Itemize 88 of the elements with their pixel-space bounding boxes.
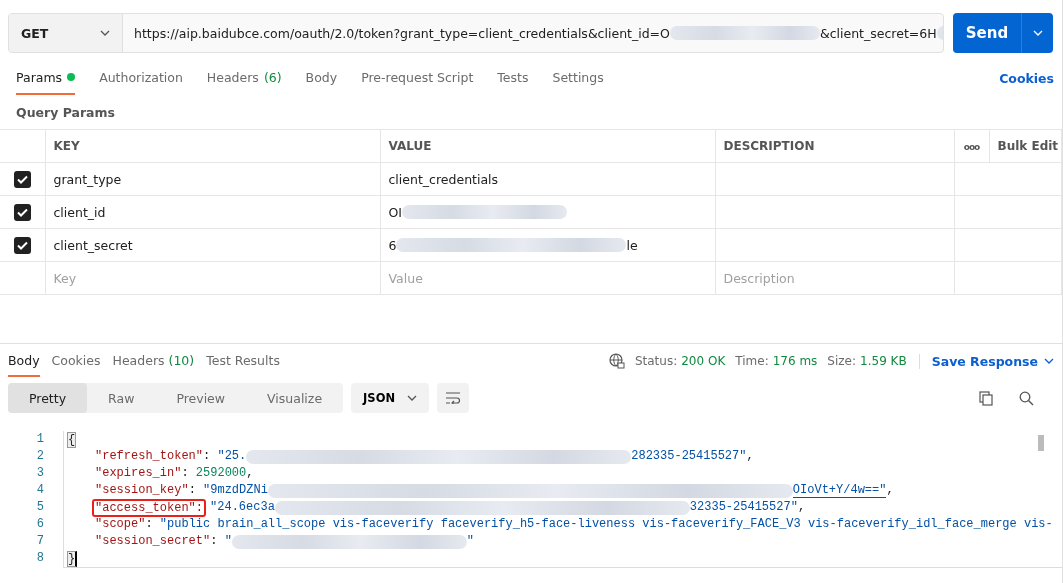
response-tab[interactable]: Headers (10) [112, 345, 195, 377]
check-icon [17, 174, 28, 184]
scrollbar-thumb[interactable] [1038, 435, 1044, 451]
text-fragment: OI [388, 204, 403, 220]
request-tab[interactable]: Authorization [99, 61, 183, 95]
more-options-button[interactable]: ooo [963, 142, 980, 152]
json-string: " [466, 533, 475, 550]
view-mode-tab[interactable]: Visualize [246, 383, 344, 413]
column-header: DESCRIPTION [723, 139, 815, 153]
view-mode-tab[interactable]: Raw [87, 383, 156, 413]
param-key: client_secret [53, 237, 133, 253]
line-number: 4 [36, 482, 44, 499]
method-dropdown[interactable]: GET [9, 14, 123, 52]
text-fragment: https://aip.baidubce.com/oauth/2.0/token?grant_type=client_credentials&client_id=O [134, 25, 670, 41]
json-punctuation: : [188, 482, 197, 499]
cookies-link[interactable]: Cookies [999, 70, 1054, 86]
json-punctuation: , [797, 499, 806, 516]
json-string: " [224, 533, 232, 550]
json-punctuation: : [145, 516, 154, 533]
param-key: client_id [53, 204, 106, 220]
json-key: "session_key" [95, 482, 189, 499]
json-punctuation: : [181, 465, 190, 482]
text-fragment: 6 [388, 237, 397, 253]
checkbox[interactable] [14, 236, 31, 254]
json-bracket: { [67, 431, 77, 448]
json-string: 32335-25415527" [689, 499, 798, 516]
json-punctuation: , [246, 465, 254, 482]
status-value: 1.59 KB [860, 354, 907, 368]
status-label: Time: [735, 354, 769, 368]
json-string: "25. [217, 448, 247, 465]
line-number: 2 [36, 448, 44, 465]
json-bracket: } [67, 550, 78, 567]
request-tab[interactable]: Pre-request Script [361, 61, 474, 95]
response-tab[interactable]: Test Results [206, 345, 280, 377]
status-value: 176 ms [772, 354, 818, 368]
globe-lock-icon [608, 353, 625, 369]
request-tab[interactable]: Settings [552, 61, 604, 95]
column-header: KEY [53, 139, 80, 153]
json-key: "expires_in" [95, 465, 182, 482]
response-tab[interactable]: Cookies [51, 345, 101, 377]
check-icon [17, 207, 28, 217]
line-number: 5 [36, 499, 44, 516]
line-number: 3 [36, 465, 44, 482]
request-tab[interactable]: Tests [497, 61, 529, 95]
save-response-button[interactable]: Save Response [931, 353, 1038, 369]
text-fragment: &client_secret=6H [819, 25, 937, 41]
json-string-link[interactable]: OIoVt+Y/4w==" [792, 483, 887, 498]
caret-icon [100, 30, 110, 36]
json-string: "public brain_all_scope vis-faceverify faceverify_h5-face-liveness vis-faceverify_FACE_V3 vis-faceverify_idl_face_merge vis- [159, 516, 1053, 533]
request-tab[interactable]: Params [16, 61, 76, 95]
view-mode-tab[interactable]: Pretty [8, 383, 88, 413]
wrap-lines-icon [445, 392, 462, 404]
param-key: grant_type [53, 171, 122, 187]
url-bar[interactable]: GET https://aip.baidubce.com/oauth/2.0/token?grant_type=client_credentials&client_id=O &client_secret=6H [8, 13, 944, 53]
json-key: "scope" [95, 516, 146, 533]
checkbox[interactable] [14, 203, 31, 221]
line-number: 1 [36, 431, 44, 448]
json-string: "9mzdDZNi [203, 482, 268, 499]
section-title: Query Params [16, 105, 115, 120]
json-string: 282335-25415527" [631, 448, 747, 465]
caret-icon [1044, 358, 1054, 364]
checkbox[interactable] [14, 170, 31, 188]
json-number: 2592000 [195, 465, 247, 482]
text-fragment: client_credentials [388, 171, 499, 187]
text-fragment: le [626, 237, 638, 253]
json-punctuation: : [203, 448, 212, 465]
column-header: VALUE [388, 139, 432, 153]
json-key: "refresh_token" [95, 448, 204, 465]
caret-icon [1032, 30, 1043, 36]
response-tab[interactable]: Body [8, 345, 40, 377]
status-value: 200 OK [681, 354, 726, 368]
view-mode-tab[interactable]: Preview [155, 383, 247, 413]
json-key: "session_secret" [95, 533, 211, 550]
json-punctuation: , [746, 448, 754, 465]
line-number: 6 [36, 516, 44, 533]
request-tab[interactable]: Headers (6) [206, 61, 282, 95]
request-tab[interactable]: Body [305, 61, 338, 95]
line-number: 7 [36, 533, 44, 550]
highlighted-json-key: "access_token": [92, 498, 207, 517]
json-punctuation: : [210, 533, 219, 550]
line-number: 8 [36, 550, 44, 567]
format-dropdown[interactable]: JSON [351, 383, 430, 413]
json-string: "24.6ec3a [210, 499, 275, 516]
status-label: Size: [827, 354, 857, 368]
check-icon [17, 240, 28, 250]
json-punctuation: , [886, 482, 894, 499]
status-label: Status: [634, 354, 678, 368]
caret-icon [407, 395, 418, 401]
